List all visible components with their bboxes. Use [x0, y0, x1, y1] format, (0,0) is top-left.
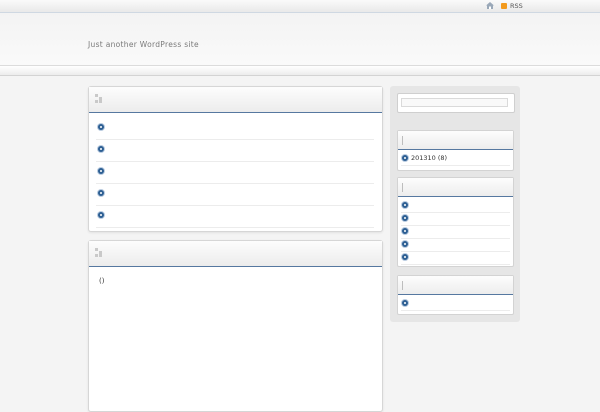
list-item[interactable]	[96, 161, 374, 184]
categories-widget	[397, 177, 514, 267]
list-item[interactable]	[96, 139, 374, 162]
category-item[interactable]	[401, 199, 510, 213]
widget-header	[398, 178, 513, 197]
archive-item-label: 201310 (8)	[411, 154, 448, 162]
content-panel: ()	[88, 240, 383, 412]
panel-grip-icon	[95, 248, 103, 258]
panel-header	[89, 241, 382, 267]
post-meta-text: ()	[99, 277, 105, 285]
site-tagline: Just another WordPress site	[88, 40, 199, 49]
sidebar: 201310 (8)	[390, 86, 520, 322]
search-widget	[397, 93, 515, 113]
archive-item[interactable]: 201310 (8)	[401, 152, 510, 166]
bullet-icon	[98, 168, 104, 174]
rss-feed-icon	[501, 3, 507, 9]
panel-header	[89, 87, 382, 113]
top-bar: RSS	[0, 0, 600, 13]
panel-grip-icon	[95, 94, 103, 104]
widget-header	[398, 276, 513, 295]
bullet-icon	[402, 254, 408, 260]
rss-link[interactable]: RSS	[501, 2, 523, 10]
archives-widget: 201310 (8)	[397, 130, 514, 171]
bullet-icon	[402, 155, 408, 161]
bullet-icon	[98, 146, 104, 152]
category-item[interactable]	[401, 251, 510, 265]
category-item[interactable]	[401, 212, 510, 226]
bullet-icon	[98, 124, 104, 130]
widget-marker-icon	[402, 183, 403, 192]
list-item[interactable]	[96, 183, 374, 206]
recent-posts-panel	[88, 86, 383, 232]
bullet-icon	[402, 241, 408, 247]
bullet-icon	[402, 300, 408, 306]
bullet-icon	[402, 202, 408, 208]
bullet-icon	[98, 190, 104, 196]
bullet-icon	[402, 228, 408, 234]
home-icon[interactable]	[486, 2, 494, 9]
site-header: Just another WordPress site	[0, 13, 600, 66]
list-item[interactable]	[96, 205, 374, 228]
widget-header	[398, 131, 513, 150]
category-item[interactable]	[401, 225, 510, 239]
search-input[interactable]	[401, 98, 508, 107]
navigation-bar	[0, 66, 600, 76]
widget-marker-icon	[402, 281, 403, 290]
list-item[interactable]	[96, 117, 374, 140]
meta-item[interactable]	[401, 297, 510, 311]
widget-marker-icon	[402, 136, 403, 145]
category-item[interactable]	[401, 238, 510, 252]
rss-label: RSS	[510, 2, 523, 10]
meta-widget	[397, 275, 514, 315]
bullet-icon	[402, 215, 408, 221]
bullet-icon	[98, 212, 104, 218]
